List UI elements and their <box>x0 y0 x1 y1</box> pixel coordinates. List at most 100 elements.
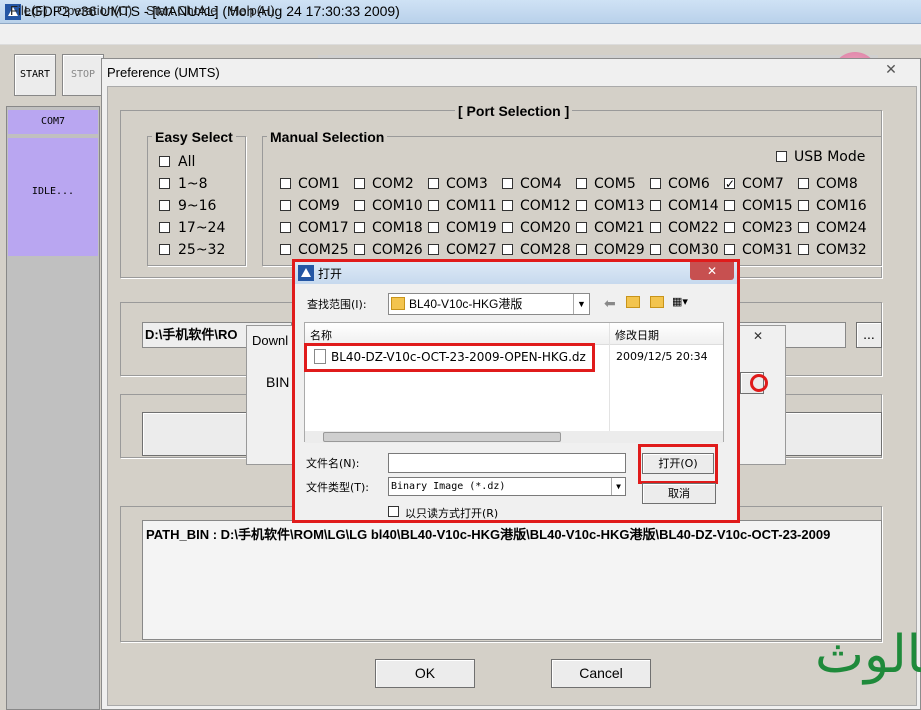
com-checkbox[interactable] <box>280 244 291 255</box>
bin-label: BIN <box>266 374 290 390</box>
filename-label: 文件名(N): <box>306 457 360 470</box>
column-divider <box>609 323 610 431</box>
com-checkbox[interactable] <box>502 244 513 255</box>
com-label: COM14 <box>668 198 719 214</box>
com-checkbox[interactable] <box>650 244 661 255</box>
easy-select-checkbox[interactable] <box>159 178 170 189</box>
com-checkbox[interactable] <box>428 200 439 211</box>
stop-button[interactable]: STOP <box>62 54 104 96</box>
chevron-down-icon[interactable]: ▼ <box>573 294 589 314</box>
com-checkbox[interactable] <box>724 200 735 211</box>
com-label: COM24 <box>816 220 867 236</box>
readonly-label: 以只读方式打开(R) <box>405 507 499 520</box>
easy-select-checkbox[interactable] <box>159 222 170 233</box>
com-label: COM21 <box>594 220 645 236</box>
com-label: COM26 <box>372 242 423 258</box>
com-checkbox[interactable] <box>502 200 513 211</box>
com-label: COM29 <box>594 242 645 258</box>
com-label: COM31 <box>742 242 793 258</box>
com-label: COM12 <box>520 198 571 214</box>
com-label: COM13 <box>594 198 645 214</box>
port-selection-label: [ Port Selection ] <box>455 103 573 119</box>
browse-button[interactable]: ... <box>856 322 882 348</box>
com-checkbox[interactable] <box>576 244 587 255</box>
usb-mode-checkbox[interactable] <box>776 151 787 162</box>
com-checkbox[interactable] <box>280 222 291 233</box>
com-checkbox[interactable] <box>798 244 809 255</box>
view-menu-icon[interactable]: ▦▾ <box>672 296 696 308</box>
com-label: COM6 <box>668 176 710 192</box>
com-checkbox[interactable] <box>354 178 365 189</box>
menu-help[interactable]: Help(H) <box>230 3 275 18</box>
com-checkbox[interactable] <box>798 200 809 211</box>
scroll-thumb[interactable] <box>323 432 561 442</box>
menu-file[interactable]: File(F) <box>10 3 48 18</box>
com-label: COM30 <box>668 242 719 258</box>
readonly-checkbox[interactable] <box>388 506 399 517</box>
start-button[interactable]: START <box>14 54 56 96</box>
port-com-label[interactable]: COM7 <box>8 110 98 134</box>
com-checkbox[interactable] <box>280 178 291 189</box>
usb-mode-label: USB Mode <box>794 149 866 165</box>
com-checkbox[interactable] <box>650 200 661 211</box>
easy-select-checkbox[interactable] <box>159 156 170 167</box>
com-checkbox[interactable] <box>428 244 439 255</box>
chevron-down-icon[interactable]: ▼ <box>611 478 625 495</box>
menu-start-choice[interactable]: Start Choice <box>146 3 218 18</box>
download-close-icon[interactable]: ✕ <box>738 329 778 345</box>
menu-operation[interactable]: Operation(C) <box>57 3 132 18</box>
com-checkbox[interactable] <box>502 222 513 233</box>
com-checkbox[interactable] <box>354 244 365 255</box>
folder-icon <box>391 297 405 310</box>
com-label: COM19 <box>446 220 497 236</box>
com-label: COM27 <box>446 242 497 258</box>
look-in-value: BL40-V10c-HKG港版 <box>409 297 523 311</box>
dialog-app-icon <box>298 265 314 281</box>
port-status: IDLE... <box>8 138 98 256</box>
filetype-select[interactable]: Binary Image (*.dz) ▼ <box>388 477 626 496</box>
col-date-header[interactable]: 修改日期 <box>615 327 659 343</box>
ok-button[interactable]: OK <box>375 659 475 688</box>
com-label: COM23 <box>742 220 793 236</box>
menu-bar <box>0 24 921 45</box>
back-icon[interactable]: ⬅ <box>604 295 616 312</box>
filename-input[interactable] <box>388 453 626 473</box>
easy-select-checkbox[interactable] <box>159 244 170 255</box>
com-checkbox[interactable] <box>502 178 513 189</box>
com-checkbox[interactable] <box>428 222 439 233</box>
path-log: PATH_BIN : D:\手机软件\ROM\LG\LG bl40\BL40-V… <box>142 520 882 640</box>
com-label: COM7 <box>742 176 784 192</box>
com-checkbox[interactable] <box>724 222 735 233</box>
com-label: COM10 <box>372 198 423 214</box>
com-checkbox[interactable] <box>650 222 661 233</box>
com-checkbox[interactable] <box>280 200 291 211</box>
look-in-label: 查找范围(I): <box>307 298 367 311</box>
com-checkbox[interactable] <box>354 200 365 211</box>
cancel-button[interactable]: Cancel <box>551 659 651 688</box>
col-name-header[interactable]: 名称 <box>310 327 332 343</box>
com-checkbox[interactable] <box>576 222 587 233</box>
com-checkbox[interactable] <box>798 178 809 189</box>
dialog-cancel-button[interactable]: 取消 <box>642 483 716 504</box>
com-label: COM8 <box>816 176 858 192</box>
com-label: COM18 <box>372 220 423 236</box>
com-label: COM15 <box>742 198 793 214</box>
new-folder-icon[interactable] <box>650 296 664 308</box>
file-item-date: 2009/12/5 20:34 <box>616 350 708 363</box>
up-folder-icon[interactable] <box>626 296 640 308</box>
dialog-close-icon[interactable]: ✕ <box>690 262 734 280</box>
easy-select-checkbox[interactable] <box>159 200 170 211</box>
com-checkbox[interactable] <box>798 222 809 233</box>
com-checkbox[interactable] <box>650 178 661 189</box>
com-label: COM20 <box>520 220 571 236</box>
com-checkbox[interactable] <box>354 222 365 233</box>
look-in-select[interactable]: BL40-V10c-HKG港版 ▼ <box>388 293 590 315</box>
close-icon[interactable]: ✕ <box>866 60 916 78</box>
manual-selection-label: Manual Selection <box>267 129 388 145</box>
com-checkbox[interactable] <box>576 200 587 211</box>
com-checkbox[interactable] <box>428 178 439 189</box>
com-checkbox[interactable]: ✓ <box>724 178 735 190</box>
com-checkbox[interactable] <box>576 178 587 189</box>
watermark-logo: ثالوث <box>815 625 921 685</box>
com-checkbox[interactable] <box>724 244 735 255</box>
